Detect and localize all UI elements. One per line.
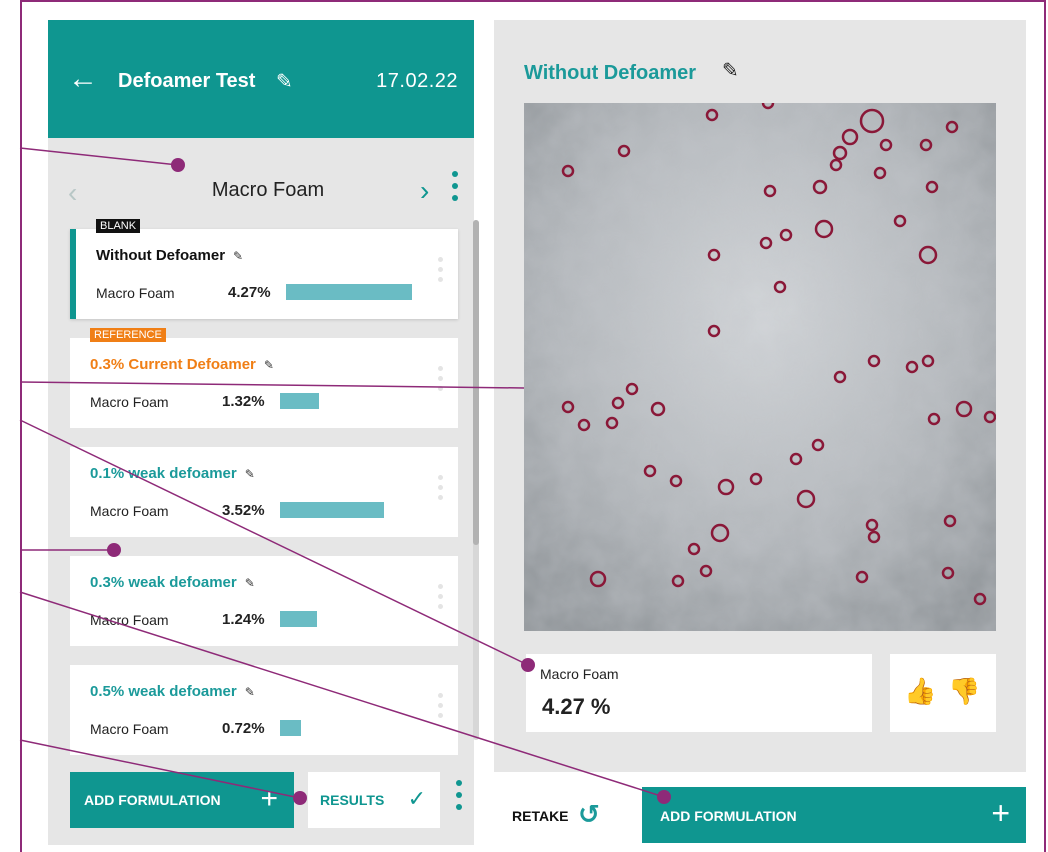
thumbs-down-icon[interactable]: 👎 (948, 676, 980, 707)
back-arrow-icon[interactable]: ← (68, 64, 98, 94)
metric-label: Macro Foam (90, 394, 169, 410)
metric-label: Macro Foam (90, 503, 169, 519)
thumbs-up-icon[interactable]: 👍 (904, 676, 936, 707)
foam-sample-image (524, 103, 996, 631)
result-value: 4.27 % (542, 694, 611, 719)
results-button[interactable]: RESULTS ✓ (308, 772, 440, 828)
metric-bar (286, 284, 412, 300)
results-label: RESULTS (320, 792, 385, 808)
app-header: ← Defoamer Test ✎ 17.02.22 (48, 20, 474, 138)
feedback-box: 👍 👎 (890, 654, 996, 732)
list-scrollbar-thumb[interactable] (473, 220, 479, 545)
left-footer: ADD FORMULATION + RESULTS ✓ (48, 772, 474, 832)
result-readout: Macro Foam 4.27 % (526, 654, 872, 732)
metric-percent: 4.27% (228, 284, 271, 301)
card-menu-icon[interactable] (438, 584, 444, 614)
metric-bar (280, 393, 319, 409)
result-label: Macro Foam (540, 666, 619, 682)
formulation-name: 0.5% weak defoamer ✎ (90, 683, 255, 700)
edit-pencil-icon[interactable]: ✎ (245, 685, 255, 699)
formulation-name: 0.3% Current Defoamer ✎ (90, 356, 274, 373)
plus-icon: + (260, 782, 278, 815)
list-menu-icon[interactable] (452, 171, 458, 207)
add-formulation-label: ADD FORMULATION (660, 808, 797, 824)
test-date: 17.02.22 (376, 70, 458, 92)
metric-bar (280, 611, 317, 627)
retake-button[interactable]: RETAKE ↺ (494, 787, 626, 843)
metric-percent: 1.24% (222, 611, 265, 628)
edit-pencil-icon[interactable]: ✎ (245, 467, 255, 481)
reference-badge: REFERENCE (90, 328, 166, 342)
formulation-card[interactable]: 0.5% weak defoamer ✎ Macro Foam 0.72% (70, 665, 458, 755)
metric-title: Macro Foam (211, 179, 325, 201)
card-menu-icon[interactable] (438, 366, 444, 396)
check-icon: ✓ (407, 786, 426, 811)
formulation-name: Without Defoamer ✎ (96, 247, 244, 264)
metric-percent: 3.52% (222, 502, 265, 519)
edit-pencil-icon[interactable]: ✎ (233, 249, 243, 263)
metric-percent: 0.72% (222, 720, 265, 737)
metric-percent: 1.32% (222, 393, 265, 410)
add-formulation-button[interactable]: ADD FORMULATION + (70, 772, 294, 828)
retake-icon: ↺ (578, 799, 600, 829)
edit-detail-icon[interactable]: ✎ (722, 58, 739, 83)
detail-panel: Without Defoamer ✎ Macro Foam 4.27 % 👍 👎 (494, 20, 1026, 772)
edit-title-icon[interactable]: ✎ (276, 69, 293, 94)
plus-icon: + (991, 795, 1010, 831)
edit-pencil-icon[interactable]: ✎ (245, 576, 255, 590)
formulation-card[interactable]: 0.3% weak defoamer ✎ Macro Foam 1.24% (70, 556, 458, 646)
add-formulation-label: ADD FORMULATION (84, 792, 221, 808)
metric-bar (280, 720, 301, 736)
prev-metric-icon[interactable]: ‹ (68, 177, 77, 209)
card-menu-icon[interactable] (438, 475, 444, 505)
card-menu-icon[interactable] (438, 693, 444, 723)
formulation-card[interactable]: REFERENCE 0.3% Current Defoamer ✎ Macro F… (70, 328, 458, 428)
formulation-name: 0.1% weak defoamer ✎ (90, 465, 255, 482)
metric-bar (280, 502, 384, 518)
foam-texture (524, 103, 996, 631)
blank-badge: BLANK (96, 219, 141, 233)
retake-label: RETAKE (512, 808, 569, 824)
metric-label: Macro Foam (90, 612, 169, 628)
add-formulation-button-right[interactable]: ADD FORMULATION + (642, 787, 1026, 843)
footer-menu-icon[interactable] (456, 780, 462, 816)
next-metric-icon[interactable]: › (420, 175, 429, 207)
card-menu-icon[interactable] (438, 257, 444, 287)
edit-pencil-icon[interactable]: ✎ (264, 358, 274, 372)
page-title: Defoamer Test (118, 70, 256, 92)
formulation-card[interactable]: 0.1% weak defoamer ✎ Macro Foam 3.52% (70, 447, 458, 537)
metric-label: Macro Foam (96, 285, 175, 301)
formulation-name: 0.3% weak defoamer ✎ (90, 574, 255, 591)
formulation-card[interactable]: BLANK Without Defoamer ✎ Macro Foam 4.27% (70, 219, 458, 319)
metric-label: Macro Foam (90, 721, 169, 737)
detail-title: Without Defoamer (524, 62, 697, 84)
